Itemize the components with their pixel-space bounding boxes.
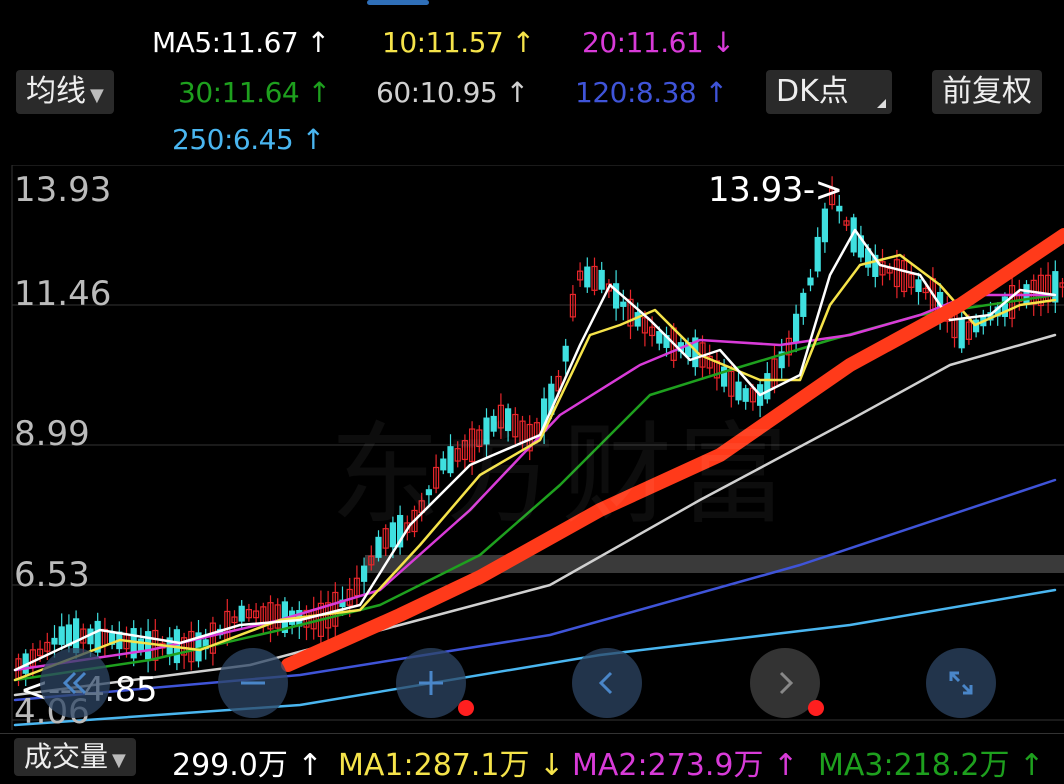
candle (792, 313, 800, 343)
caret-down-icon: ▼ (90, 85, 104, 106)
high-annotation: 13.93-> (708, 170, 843, 210)
candle (814, 236, 821, 272)
volume-indicator-select[interactable]: 成交量 ▼ (14, 738, 136, 776)
price-band (365, 555, 1064, 573)
chevron-right-icon (779, 671, 794, 695)
double-chevron-left-icon (62, 671, 87, 695)
ma20-value: 20:11.61 ↓ (582, 26, 735, 59)
ma60-value: 60:10.95 ↑ (376, 76, 529, 109)
volume-ma2: MA2:273.9万 ↑ (572, 748, 799, 783)
candle (620, 301, 627, 307)
candle (361, 565, 368, 582)
dk-point-button[interactable]: DK点 (766, 70, 892, 114)
ma250-line (13, 588, 1057, 727)
scroll-right-dot-indicator (808, 700, 824, 716)
candle (656, 331, 663, 344)
volume-select-label: 成交量 (24, 740, 109, 773)
volume-ma1: MA1:287.1万 ↓ (338, 748, 565, 783)
watermark: 东方财富 (330, 411, 794, 539)
price-label-2: 11.46 (14, 274, 112, 314)
indicator-select[interactable]: 均线 ▼ (16, 70, 114, 114)
chevron-left-icon (598, 671, 613, 695)
scroll-left-fast-button[interactable] (40, 648, 110, 718)
ma120-value: 120:8.38 ↑ (575, 76, 728, 109)
indicator-select-label: 均线 (26, 74, 86, 109)
candle (807, 277, 814, 286)
ma250-value: 250:6.45 ↑ (172, 123, 325, 156)
candle (915, 279, 922, 293)
volume-value: 299.0万 ↑ (172, 748, 323, 783)
adjust-label: 前复权 (942, 74, 1032, 109)
ma5-value: MA5:11.67 ↑ (152, 26, 330, 59)
candle (1052, 271, 1059, 303)
page-indicator (367, 0, 429, 5)
price-label-max: 13.93 (14, 170, 112, 210)
adjust-button[interactable]: 前复权 (932, 70, 1042, 114)
candle (137, 638, 144, 651)
price-label-3: 8.99 (14, 414, 90, 454)
candle (58, 626, 65, 645)
zoom-in-dot-indicator (458, 700, 474, 716)
candle (598, 269, 605, 290)
corner-caret-icon (877, 99, 886, 108)
volume-bar: 成交量 ▼ 299.0万 ↑ MA1:287.1万 ↓ MA2:273.9万 ↑ … (0, 733, 1064, 783)
volume-ma3: MA3:218.2万 ↑ (818, 748, 1045, 783)
plus-icon (419, 671, 443, 695)
fullscreen-button[interactable] (926, 648, 996, 718)
candle (145, 631, 152, 660)
minus-icon (241, 681, 265, 685)
ma10-value: 10:11.57 ↑ (382, 26, 535, 59)
candle (584, 266, 591, 288)
zoom-in-button[interactable] (396, 648, 466, 718)
candle (800, 292, 807, 317)
expand-icon (949, 671, 973, 695)
ma30-value: 30:11.64 ↑ (178, 76, 331, 109)
price-label-4: 6.53 (14, 555, 90, 595)
scroll-left-button[interactable] (572, 648, 642, 718)
candle (562, 345, 569, 362)
candle (821, 208, 829, 243)
candle (238, 605, 245, 622)
caret-down-icon: ▼ (112, 750, 126, 771)
zoom-out-button[interactable] (218, 648, 288, 718)
dk-point-label: DK点 (776, 74, 849, 109)
candle (51, 637, 58, 645)
candle (958, 319, 965, 349)
